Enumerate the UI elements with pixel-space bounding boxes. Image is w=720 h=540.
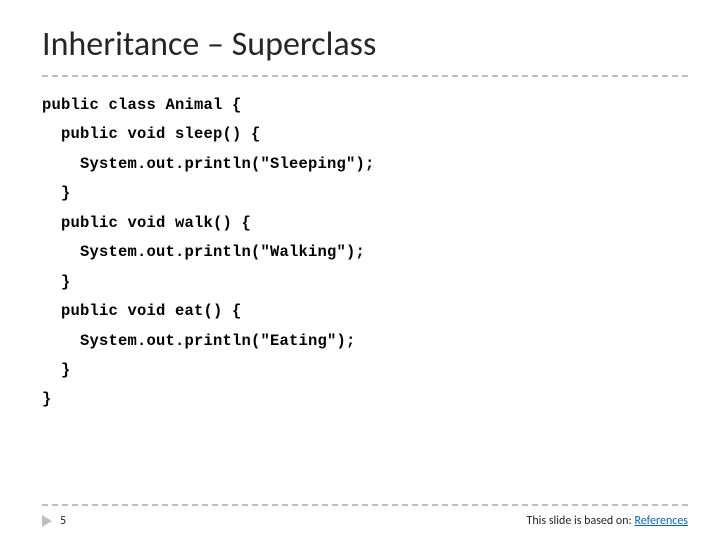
code-line: public void sleep() { [42,125,261,143]
code-line: public void eat() { [42,302,242,320]
code-line: System.out.println("Walking"); [42,243,365,261]
page-number: 5 [60,514,66,528]
code-line: } [42,273,71,291]
footer-attribution: This slide is based on: References [527,514,689,528]
code-line: System.out.println("Sleeping"); [42,155,375,173]
play-icon [42,515,54,527]
title-divider [42,75,688,77]
slide: Inheritance – Superclass public class An… [0,0,720,540]
code-line: System.out.println("Eating"); [42,332,356,350]
footer-prefix: This slide is based on: [527,514,635,528]
spacer [42,415,688,504]
code-line: public void walk() { [42,214,251,232]
references-link[interactable]: References [634,514,688,528]
slide-title: Inheritance – Superclass [42,24,688,65]
code-line: public class Animal { [42,96,242,114]
footer: 5 This slide is based on: References [42,514,688,528]
code-line: } [42,390,52,408]
footer-divider [42,504,688,506]
code-block: public class Animal { public void sleep(… [42,91,688,415]
code-line: } [42,361,71,379]
code-line: } [42,184,71,202]
